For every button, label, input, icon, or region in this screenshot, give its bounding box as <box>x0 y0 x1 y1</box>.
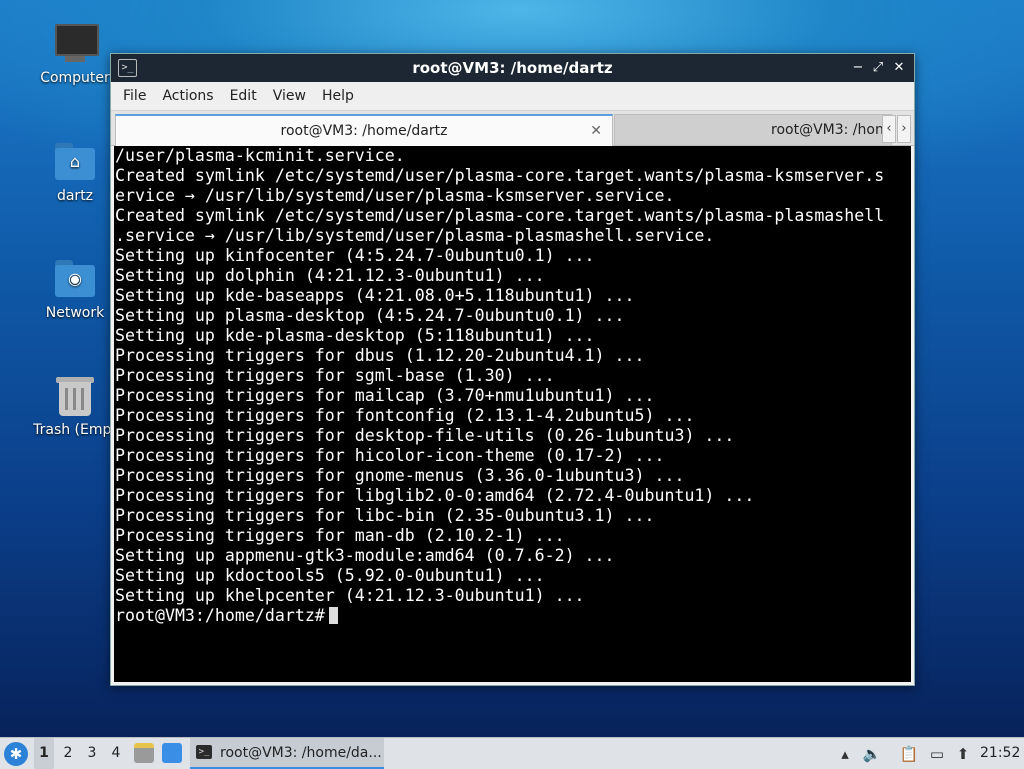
terminal-line: Processing triggers for sgml-base (1.30)… <box>115 366 555 385</box>
network-tray-icon[interactable]: ▭ <box>926 743 948 765</box>
terminal-line: Processing triggers for man-db (2.10.2-1… <box>115 526 565 545</box>
terminal-line: Processing triggers for dbus (1.12.20-2u… <box>115 346 645 365</box>
tray-up-arrow-icon[interactable]: ▴ <box>834 743 856 765</box>
terminal-line: Created symlink /etc/systemd/user/plasma… <box>115 166 885 185</box>
terminal-window: >_ root@VM3: /home/dartz − ⤢ ✕ File Acti… <box>110 53 915 686</box>
tab-scroll-right-icon[interactable]: › <box>897 115 911 143</box>
taskbar: ✱ 1 2 3 4 >_ root@VM3: /home/da... ▴ 🔈 📋… <box>0 737 1024 769</box>
terminal-line: Processing triggers for hicolor-icon-the… <box>115 446 665 465</box>
taskbar-task-terminal[interactable]: >_ root@VM3: /home/da... <box>190 738 384 769</box>
terminal-line: Processing triggers for desktop-file-uti… <box>115 426 735 445</box>
terminal-line: Processing triggers for fontconfig (2.13… <box>115 406 695 425</box>
terminal-cursor <box>328 607 338 624</box>
window-titlebar[interactable]: >_ root@VM3: /home/dartz − ⤢ ✕ <box>111 54 914 82</box>
terminal-line: Setting up kde-baseapps (4:21.08.0+5.118… <box>115 286 635 305</box>
menu-view[interactable]: View <box>265 88 314 104</box>
terminal-prompt-line: root@VM3:/home/dartz# <box>115 606 911 626</box>
close-button[interactable]: ✕ <box>890 59 908 77</box>
window-title: root@VM3: /home/dartz <box>412 59 613 77</box>
terminal-line: Setting up appmenu-gtk3-module:amd64 (0.… <box>115 546 615 565</box>
computer-icon <box>53 22 99 66</box>
workspace-1[interactable]: 1 <box>34 738 54 769</box>
tab-active[interactable]: root@VM3: /home/dartz ✕ <box>115 114 613 146</box>
terminal-line: Setting up kdoctools5 (5.92.0-0ubuntu1) … <box>115 566 545 585</box>
menu-edit[interactable]: Edit <box>222 88 265 104</box>
task-label: root@VM3: /home/da... <box>220 745 382 761</box>
tab-label: root@VM3: /home/dartz <box>280 123 448 139</box>
terminal-line: Setting up dolphin (4:21.12.3-0ubuntu1) … <box>115 266 545 285</box>
terminal-line: Setting up kinfocenter (4:5.24.7-0ubuntu… <box>115 246 595 265</box>
volume-icon[interactable]: 🔈 <box>861 743 883 765</box>
tab-label: root@VM3: /hon <box>771 122 884 138</box>
menu-file[interactable]: File <box>115 88 154 104</box>
terminal-line: Processing triggers for libc-bin (2.35-0… <box>115 506 655 525</box>
clock[interactable]: 21:52 <box>980 738 1024 769</box>
terminal-line: Processing triggers for libglib2.0-0:amd… <box>115 486 755 505</box>
terminal-line: Processing triggers for gnome-menus (3.3… <box>115 466 685 485</box>
start-menu-icon[interactable]: ✱ <box>4 742 28 766</box>
terminal-line: Created symlink /etc/systemd/user/plasma… <box>115 206 885 225</box>
network-folder-icon: ◉ <box>53 257 97 301</box>
terminal-icon: >_ <box>196 745 212 759</box>
trash-icon <box>53 374 97 418</box>
terminal-line: Setting up kde-plasma-desktop (5:118ubun… <box>115 326 595 345</box>
terminal-line: Setting up khelpcenter (4:21.12.3-0ubunt… <box>115 586 585 605</box>
menu-help[interactable]: Help <box>314 88 362 104</box>
workspace-2[interactable]: 2 <box>58 738 78 769</box>
workspace-3[interactable]: 3 <box>82 738 102 769</box>
tab-inactive[interactable]: root@VM3: /hon <box>614 114 892 145</box>
terminal-line: .service → /usr/lib/systemd/user/plasma-… <box>115 226 715 245</box>
terminal-line: Setting up plasma-desktop (4:5.24.7-0ubu… <box>115 306 625 325</box>
menu-actions[interactable]: Actions <box>154 88 221 104</box>
show-desktop-icon[interactable] <box>162 743 182 763</box>
terminal-line: /user/plasma-kcminit.service. <box>115 146 405 165</box>
tab-scroll-left-icon[interactable]: ‹ <box>882 115 896 143</box>
terminal-prompt: root@VM3:/home/dartz# <box>115 606 325 625</box>
tab-bar: root@VM3: /home/dartz ✕ root@VM3: /hon ‹… <box>111 111 914 146</box>
home-folder-icon: ⌂ <box>53 140 97 184</box>
menu-bar: File Actions Edit View Help <box>111 82 914 111</box>
maximize-button[interactable]: ⤢ <box>869 59 887 77</box>
terminal-line: ervice → /usr/lib/systemd/user/plasma-ks… <box>115 186 675 205</box>
terminal-line: Processing triggers for mailcap (3.70+nm… <box>115 386 655 405</box>
terminal-output[interactable]: /user/plasma-kcminit.service. Created sym… <box>114 146 911 682</box>
clipboard-icon[interactable]: 📋 <box>898 743 920 765</box>
update-tray-icon[interactable]: ⬆ <box>952 743 974 765</box>
minimize-button[interactable]: − <box>849 59 867 77</box>
workspace-4[interactable]: 4 <box>106 738 126 769</box>
file-manager-icon[interactable] <box>134 743 154 763</box>
tab-close-icon[interactable]: ✕ <box>590 116 602 146</box>
